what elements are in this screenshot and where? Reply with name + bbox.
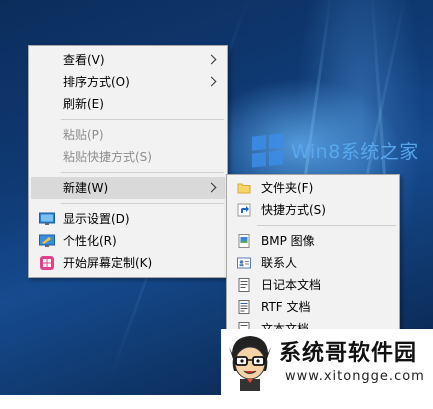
brand-text: Win8系统之家 [291,141,419,163]
menu-item-label: 刷新(E) [63,97,104,111]
menu-item-label: 查看(V) [63,53,105,67]
folder-icon [237,183,251,194]
menu-item-label: 开始屏幕定制(K) [63,256,153,270]
menu-item-refresh[interactable]: 刷新(E) [31,93,225,115]
context-menu: 查看(V) 排序方式(O) 刷新(E) 粘贴(P) 粘贴快捷方式(S) 新建(W… [28,45,228,278]
menu-item-label: 粘贴快捷方式(S) [63,150,152,164]
bmp-image-icon [238,234,250,248]
submenu-separator [257,225,396,226]
submenu-item-bmp[interactable]: BMP 图像 [229,230,397,252]
menu-item-paste-shortcut[interactable]: 粘贴快捷方式(S) [31,146,225,168]
menu-item-label: 排序方式(O) [63,75,130,89]
display-settings-icon [39,212,55,225]
submenu-item-journal[interactable]: 日记本文档 [229,274,397,296]
menu-item-label: 新建(W) [63,181,109,195]
menu-separator [61,203,224,204]
site-watermark: 系统哥软件园 www.xitongge.com [221,329,433,395]
submenu-item-label: 日记本文档 [261,278,322,292]
submenu-item-label: RTF 文档 [261,300,311,314]
new-submenu: 文件夹(F) 快捷方式(S) BMP 图像 联系人 日记本文档 RTF 文档 文… [226,174,400,334]
menu-item-paste[interactable]: 粘贴(P) [31,124,225,146]
menu-item-personalize[interactable]: 个性化(R) [31,230,225,252]
chevron-right-icon [206,182,217,193]
submenu-item-contact[interactable]: 联系人 [229,252,397,274]
contact-icon [237,257,251,269]
submenu-item-rtf[interactable]: RTF 文档 [229,296,397,318]
menu-item-view[interactable]: 查看(V) [31,49,225,71]
journal-icon [238,278,250,292]
menu-item-start-customize[interactable]: 开始屏幕定制(K) [31,252,225,274]
menu-item-new[interactable]: 新建(W) [31,177,225,199]
submenu-item-folder[interactable]: 文件夹(F) [229,177,397,199]
submenu-item-label: 联系人 [261,256,298,270]
menu-item-sort[interactable]: 排序方式(O) [31,71,225,93]
menu-item-label: 显示设置(D) [63,212,130,226]
windows-logo-icon [252,133,283,168]
start-customize-icon [40,256,54,270]
watermark-url: www.xitongge.com [285,369,425,384]
submenu-item-label: 文件夹(F) [261,181,314,195]
menu-separator [61,119,224,120]
submenu-item-label: BMP 图像 [261,234,315,248]
chevron-right-icon [206,54,217,65]
shortcut-icon [237,203,251,217]
chevron-right-icon [206,76,217,87]
menu-separator [61,172,224,173]
menu-item-display-settings[interactable]: 显示设置(D) [31,208,225,230]
mascot-avatar [229,336,271,391]
personalize-icon [39,234,55,247]
submenu-item-shortcut[interactable]: 快捷方式(S) [229,199,397,221]
submenu-item-label: 快捷方式(S) [261,203,326,217]
watermark-title: 系统哥软件园 [279,341,418,366]
menu-item-label: 个性化(R) [63,234,117,248]
rtf-document-icon [238,300,250,314]
menu-item-label: 粘贴(P) [63,128,104,142]
windows-logo: Win8系统之家 [252,133,419,168]
